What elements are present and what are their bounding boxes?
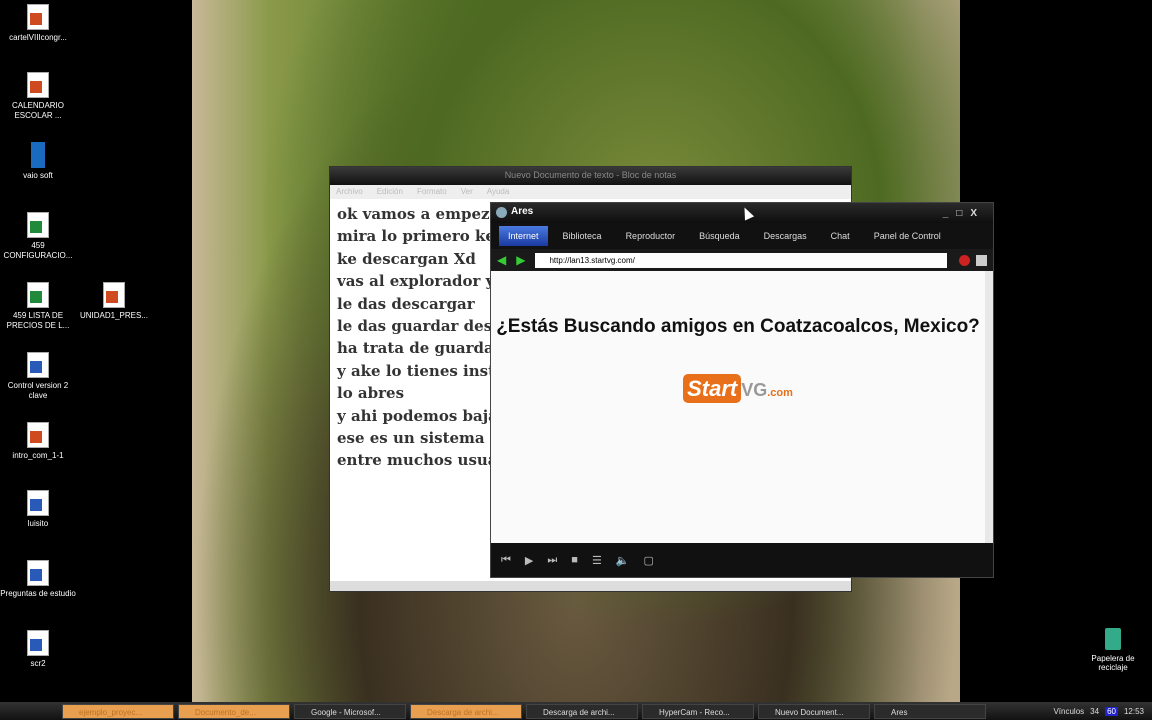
recycle-bin-icon [1105, 628, 1121, 650]
taskbar-item[interactable]: Documento_de... [178, 703, 290, 719]
menu-edicion[interactable]: Edición [377, 187, 403, 196]
play-icon[interactable]: ▶ [525, 554, 533, 567]
links-toolbar[interactable]: Vínculos [1053, 707, 1084, 716]
taskbar-item[interactable]: Descarga de archi... [410, 703, 522, 719]
taskbar-item[interactable]: Ares [874, 703, 986, 719]
desktop-icon[interactable]: 459 CONFIGURACIO... [0, 212, 76, 261]
back-icon[interactable]: ◀ [497, 253, 506, 267]
desktop-icon-label: UNIDAD1_PRES... [79, 311, 149, 320]
web-page: ¿Estás Buscando amigos en Coatzacoalcos,… [491, 271, 993, 543]
tab-internet[interactable]: Internet [499, 226, 548, 246]
url-input[interactable]: http://lan13.startvg.com/ [535, 252, 947, 268]
file-icon [27, 212, 49, 238]
notepad-title[interactable]: Nuevo Documento de texto - Bloc de notas [330, 167, 851, 185]
tab-chat[interactable]: Chat [822, 226, 859, 246]
desktop-icon-label: scr2 [30, 659, 46, 668]
desktop-icon[interactable]: Preguntas de estudio [0, 560, 76, 599]
desktop-icon-label: CALENDARIO ESCOLAR ... [11, 101, 64, 120]
file-icon [27, 4, 49, 30]
desktop-icon[interactable]: intro_com_1-1 [0, 422, 76, 461]
desktop-icon-label: Control version 2 clave [7, 381, 69, 400]
horizontal-scrollbar[interactable] [330, 581, 851, 591]
tab-descargas[interactable]: Descargas [755, 226, 816, 246]
ares-logo-icon [496, 207, 507, 218]
file-icon [31, 142, 45, 168]
tab-biblioteca[interactable]: Biblioteca [554, 226, 611, 246]
fullscreen-icon[interactable]: ▢ [644, 554, 654, 567]
desktop-icon[interactable]: luisito [0, 490, 76, 529]
volume-icon[interactable]: 🔈 [616, 554, 630, 567]
desktop-icon-label: luisito [27, 519, 49, 528]
desktop-icon-label: vaio soft [23, 171, 53, 180]
file-icon [27, 490, 49, 516]
taskbar-item[interactable]: Nuevo Document... [758, 703, 870, 719]
taskbar-item[interactable]: ejemplo_proyec... [62, 703, 174, 719]
refresh-icon[interactable] [976, 254, 987, 266]
file-icon [27, 560, 49, 586]
startvg-logo[interactable]: Start VG.com [683, 374, 793, 403]
desktop-icon[interactable]: UNIDAD1_PRES... [76, 282, 152, 321]
tab-reproductor[interactable]: Reproductor [617, 226, 685, 246]
desktop-icon-label: 459 CONFIGURACIO... [3, 241, 73, 260]
file-icon [27, 352, 49, 378]
ares-tabs: Internet Biblioteca Reproductor Búsqueda Des… [491, 223, 993, 249]
desktop-icon[interactable]: scr2 [0, 630, 76, 669]
ares-window[interactable]: Ares _□X Internet Biblioteca Reproductor Bús… [490, 202, 994, 578]
menu-ver[interactable]: Ver [461, 187, 473, 196]
media-player-bar: ⏮ ▶ ⏭ ■ ☰ 🔈 ▢ [491, 543, 993, 577]
recycle-bin-label: Papelera de reciclaje [1091, 654, 1135, 672]
desktop-icon-label: cartelVIIIcongr... [9, 33, 67, 42]
desktop-icon-label: 459 LISTA DE PRECIOS DE L... [6, 311, 70, 330]
stop-icon[interactable] [959, 254, 970, 266]
tray-number-1: 34 [1090, 706, 1100, 716]
desktop-icon[interactable]: Control version 2 clave [0, 352, 76, 401]
tab-búsqueda[interactable]: Búsqueda [690, 226, 749, 246]
file-icon [103, 282, 125, 308]
ares-title: Ares [511, 206, 534, 217]
menu-archivo[interactable]: Archivo [336, 187, 363, 196]
system-tray: Vínculos 34 60 12:53 [1053, 706, 1152, 716]
file-icon [27, 282, 49, 308]
file-icon [27, 72, 49, 98]
file-icon [27, 422, 49, 448]
desktop-icon[interactable]: 459 LISTA DE PRECIOS DE L... [0, 282, 76, 331]
address-bar: ◀ ▶ http://lan13.startvg.com/ [491, 249, 993, 271]
tab-panel-de-control[interactable]: Panel de Control [865, 226, 950, 246]
desktop-icon[interactable]: cartelVIIIcongr... [0, 4, 76, 43]
taskbar-item[interactable]: Descarga de archi... [526, 703, 638, 719]
logo-com: .com [767, 387, 793, 399]
forward-icon[interactable]: ▶ [516, 253, 525, 267]
stop-playback-icon[interactable]: ■ [571, 554, 578, 566]
logo-start: Start [683, 374, 742, 403]
menu-ayuda[interactable]: Ayuda [487, 187, 510, 196]
menu-formato[interactable]: Formato [417, 187, 447, 196]
tray-number-2: 60 [1105, 706, 1118, 716]
desktop-icon[interactable]: CALENDARIO ESCOLAR ... [0, 72, 76, 121]
playlist-icon[interactable]: ☰ [592, 554, 602, 567]
logo-vg: VG [741, 380, 768, 400]
taskbar-item[interactable]: HyperCam - Reco... [642, 703, 754, 719]
desktop-icon-label: intro_com_1-1 [12, 451, 64, 460]
previous-icon[interactable]: ⏮ [501, 554, 511, 567]
page-headline: ¿Estás Buscando amigos en Coatzacoalcos,… [496, 316, 980, 337]
desktop-icon-label: Preguntas de estudio [0, 589, 76, 598]
file-icon [27, 630, 49, 656]
next-icon[interactable]: ⏭ [547, 554, 557, 567]
notepad-menubar: Archivo Edición Formato Ver Ayuda [330, 185, 851, 199]
taskbar-item[interactable]: Google - Microsof... [294, 703, 406, 719]
recycle-bin[interactable]: Papelera de reciclaje [1086, 628, 1140, 672]
window-controls[interactable]: _□X [943, 205, 985, 223]
clock: 12:53 [1123, 706, 1144, 716]
taskbar: ejemplo_proyec... Documento_de... Google -… [0, 702, 1152, 720]
desktop-icon[interactable]: vaio soft [0, 142, 76, 181]
